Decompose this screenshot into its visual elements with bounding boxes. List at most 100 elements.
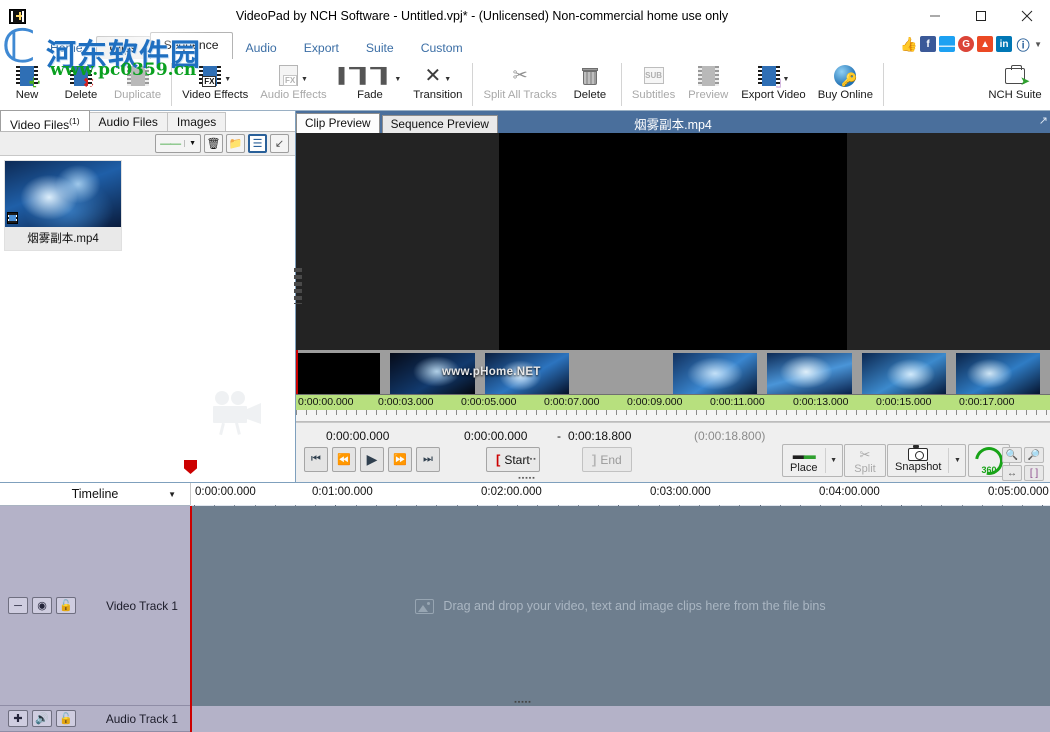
chevron-down-icon[interactable]: ▼ [783, 76, 790, 83]
bin-tab-audio-files[interactable]: Audio Files [88, 112, 168, 131]
ribbon-delete-button[interactable]: Delete [563, 59, 617, 110]
delete-bin-item-icon[interactable]: 🗑 [204, 134, 223, 153]
minimize-button[interactable] [912, 0, 958, 32]
ribbon-buy-online-label: Buy Online [817, 89, 873, 101]
tab-clips[interactable]: Clips [95, 36, 151, 59]
twitter-icon[interactable]: ⸺ [939, 36, 955, 52]
filmstrip-frame [673, 353, 758, 394]
chevron-down-icon[interactable]: ▼ [1034, 40, 1042, 49]
linkedin-icon[interactable]: in [996, 36, 1013, 52]
ribbon-subtitles-button[interactable]: SUB Subtitles [626, 59, 681, 110]
preview-stage[interactable] [296, 133, 1050, 350]
track-lock-icon[interactable]: 🔓 [56, 597, 76, 614]
chevron-down-icon[interactable]: ▼ [826, 445, 842, 476]
clip-filmstrip[interactable]: www.pHome.NET [296, 350, 1050, 394]
list-view-icon[interactable]: ☰ [248, 134, 267, 153]
zoom-out-icon[interactable]: 🔍 [1002, 447, 1022, 463]
chevron-down-icon[interactable]: ▼ [949, 445, 965, 476]
ribbon-delete-clip-button[interactable]: ✖ Delete [54, 59, 108, 110]
facebook-icon[interactable]: f [920, 36, 937, 52]
clip-ruler[interactable]: 0:00:00.000 0:00:03.000 0:00:05.000 0:00… [296, 394, 1050, 410]
chevron-down-icon[interactable]: ▼ [224, 76, 231, 83]
chevron-down-icon[interactable]: ▼ [444, 76, 451, 83]
preview-tab-bar: Clip Preview Sequence Preview 烟雾副本.mp4 ↗ [296, 111, 1050, 133]
add-folder-icon[interactable]: 📁 [226, 134, 245, 153]
timeline-ruler-label: 0:03:00.000 [650, 486, 711, 498]
timeline-mode-dropdown[interactable]: Timeline ▼ [0, 483, 190, 505]
maximize-button[interactable] [958, 0, 1004, 32]
step-back-button[interactable]: ⏪ [332, 447, 356, 472]
ribbon-new-button[interactable]: ✚ New [0, 59, 54, 110]
video-track-header[interactable]: ─ ◉ 🔓 Video Track 1 [0, 506, 190, 706]
tab-home[interactable]: Home [36, 36, 97, 59]
split-button[interactable]: ✂ Split [845, 445, 885, 476]
skip-to-end-button[interactable]: ⏭ [416, 447, 440, 472]
help-icon[interactable]: ⓘ [1015, 36, 1031, 53]
ribbon-preview-button[interactable]: Preview [681, 59, 735, 110]
tab-suite[interactable]: Suite [352, 36, 408, 59]
video-canvas[interactable] [499, 133, 847, 350]
ribbon-fade-button[interactable]: ▌▔▌▔▌ ▼ Fade [333, 59, 408, 110]
track-visibility-icon[interactable]: ◉ [32, 597, 52, 614]
audio-track-row: ✚ 🔊 🔓 Audio Track 1 [0, 706, 1050, 732]
audio-track-name: Audio Track 1 [105, 711, 178, 726]
audio-track-header[interactable]: ✚ 🔊 🔓 Audio Track 1 [0, 706, 190, 732]
zoom-in-icon[interactable]: 🔎 [1024, 447, 1044, 463]
track-lock-icon[interactable]: 🔓 [56, 710, 76, 727]
fit-selection-icon[interactable]: [ ] [1024, 465, 1044, 481]
add-clip-split-button[interactable]: —— ▼ [155, 134, 201, 153]
ribbon-video-effects-button[interactable]: FX ▼ Video Effects [176, 59, 254, 110]
stumbleupon-icon[interactable]: ▲ [977, 36, 994, 52]
track-mute-icon[interactable]: 🔊 [32, 710, 52, 727]
splitter-grip[interactable]: ▪▪▪▪▪ [518, 475, 535, 482]
video-track-body[interactable]: Drag and drop your video, text and image… [190, 506, 1050, 706]
expand-preview-icon[interactable]: ↗ [1039, 114, 1048, 127]
ribbon-audio-effects-button[interactable]: FX ▼ Audio Effects [254, 59, 332, 110]
google-plus-icon[interactable]: G [958, 36, 975, 52]
place-button[interactable]: ▬▬ Place [783, 445, 825, 476]
add-track-icon[interactable]: ✚ [8, 710, 28, 727]
tab-custom[interactable]: Custom [407, 36, 477, 59]
ribbon-duplicate-button[interactable]: Duplicate [108, 59, 167, 110]
file-bin-body[interactable]: 烟雾副本.mp4 [0, 156, 295, 482]
set-end-button[interactable]: ] End [582, 447, 632, 472]
bin-tab-video-files[interactable]: Video Files(1) [0, 110, 90, 132]
step-forward-button[interactable]: ⏩ [388, 447, 412, 472]
close-button[interactable] [1004, 0, 1050, 32]
tab-export[interactable]: Export [290, 36, 353, 59]
tab-sequence-preview[interactable]: Sequence Preview [381, 115, 498, 133]
tab-audio[interactable]: Audio [232, 36, 291, 59]
snapshot-button[interactable]: Snapshot [888, 445, 948, 476]
globe-key-icon: 🔑 [834, 64, 857, 87]
collapse-panel-icon[interactable]: ↙ [270, 134, 289, 153]
playhead-handle[interactable] [184, 460, 203, 474]
filmstrip-playhead[interactable] [296, 350, 298, 394]
collapse-track-icon[interactable]: ─ [8, 597, 28, 614]
chevron-down-icon[interactable]: ▼ [394, 76, 401, 83]
panel-vertical-splitter[interactable] [294, 268, 302, 304]
timeline-ruler[interactable]: 0:00:00.000 0:01:00.000 0:02:00.000 0:03… [190, 475, 1050, 505]
skip-to-start-button[interactable]: ⏮ [304, 447, 328, 472]
tab-clip-preview[interactable]: Clip Preview [296, 113, 380, 133]
preview-timeline-splitter[interactable]: ▪▪▪▪▪ [519, 456, 536, 463]
timeline-playhead-audio[interactable] [190, 706, 192, 732]
ribbon-video-effects-label: Video Effects [182, 89, 249, 101]
play-button[interactable]: ▶ [360, 447, 384, 472]
start-bracket-icon: [ [496, 452, 501, 467]
ribbon-split-all-tracks-button[interactable]: ✂ Split All Tracks [477, 59, 562, 110]
bin-tab-images[interactable]: Images [166, 112, 227, 131]
timeline-bottom-splitter[interactable]: ▪▪▪▪▪ [514, 699, 531, 706]
list-item[interactable]: 烟雾副本.mp4 [4, 160, 122, 251]
timeline-playhead[interactable] [190, 506, 192, 706]
ribbon-nch-suite-button[interactable]: ➤ NCH Suite [980, 59, 1050, 110]
chevron-down-icon[interactable]: ▼ [301, 76, 308, 83]
audio-track-body[interactable] [190, 706, 1050, 732]
ribbon-transition-button[interactable]: ✕ ▼ Transition [407, 59, 468, 110]
chevron-down-icon[interactable]: ▼ [168, 490, 176, 499]
fit-width-icon[interactable]: ↔ [1002, 465, 1022, 481]
ribbon-export-video-button[interactable]: ▯ ▼ Export Video [735, 59, 811, 110]
ribbon-buy-online-button[interactable]: 🔑 Buy Online [812, 59, 879, 110]
tab-sequence[interactable]: Sequence [149, 32, 233, 59]
timeline-header: Timeline ▼ 0:00:00.000 0:01:00.000 0:02:… [0, 475, 1050, 505]
thumbs-up-icon[interactable]: 👍 [900, 36, 917, 52]
